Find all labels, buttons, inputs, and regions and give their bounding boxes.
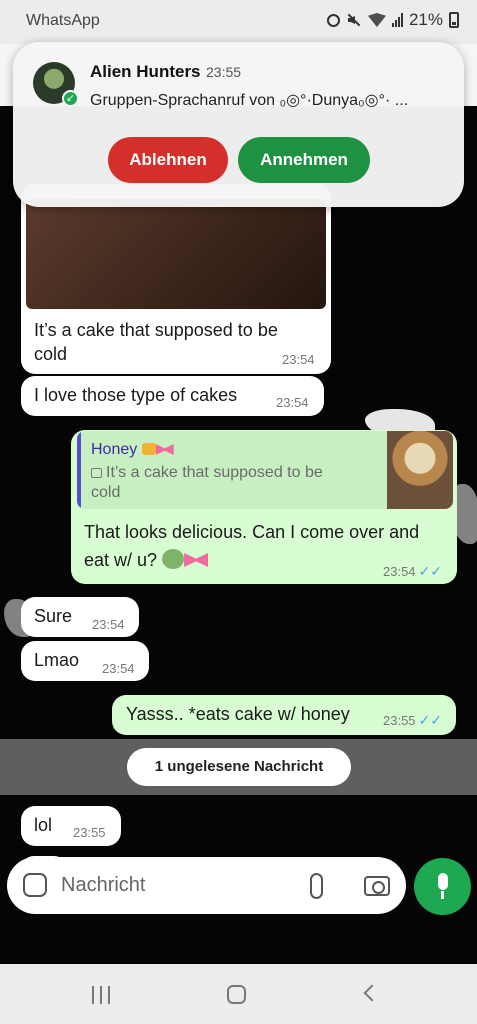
- photo-icon: [91, 468, 102, 478]
- message-text: Sure: [34, 606, 73, 626]
- alien-emoji-icon: [162, 549, 185, 569]
- accept-call-button[interactable]: Annehmen: [238, 137, 370, 183]
- home-button[interactable]: [227, 985, 246, 1004]
- bow-emoji-icon: [184, 553, 209, 567]
- message-time: 23:54: [276, 395, 309, 410]
- message-composer[interactable]: [7, 857, 406, 914]
- message-text: I love those type of cakes: [34, 385, 238, 405]
- message-text: lol: [34, 815, 53, 835]
- read-ticks-icon: ✓✓: [418, 712, 443, 728]
- quote-author: Honey: [91, 441, 174, 459]
- battery-percentage: 21%: [408, 10, 443, 29]
- recent-apps-button[interactable]: [92, 986, 112, 1004]
- sticker-icon[interactable]: [23, 873, 47, 897]
- message-time: 23:54: [282, 352, 315, 367]
- notification-text: Gruppen-Sprachanruf von ₀◎°·Dunya₀◎°· ..…: [90, 92, 409, 109]
- bow-emoji-icon: [155, 444, 174, 455]
- group-avatar: ↙: [33, 62, 79, 107]
- quote-text: It’s a cake that supposed to be cold: [91, 464, 323, 501]
- status-icons: 21%: [326, 10, 459, 30]
- decline-call-button[interactable]: Ablehnen: [108, 137, 228, 183]
- call-notification[interactable]: ↙ Alien Hunters 23:55 Gruppen-Sprachanru…: [13, 42, 464, 207]
- system-nav-bar: [0, 964, 477, 1024]
- message-text: That looks delicious. Can I come over an…: [84, 522, 420, 570]
- message-time: 23:54: [92, 617, 125, 632]
- message-time: 23:54 ✓✓: [383, 563, 443, 579]
- camera-icon[interactable]: [364, 876, 390, 896]
- signal-icon: [391, 13, 403, 27]
- message-text: Yasss.. *eats cake w/ honey: [126, 704, 350, 724]
- message-input[interactable]: [61, 867, 291, 903]
- unread-messages-label: 1 ungelesene Nachricht: [127, 748, 351, 786]
- message-text: Lmao: [34, 650, 80, 670]
- read-ticks-icon: ✓✓: [418, 563, 443, 579]
- notification-group-name: Alien Hunters: [90, 62, 201, 81]
- crown-emoji-icon: [141, 443, 156, 455]
- notification-time: 23:55: [206, 64, 242, 80]
- message-time: 23:55: [73, 825, 106, 840]
- message-text: It’s a cake that supposed to be cold: [34, 320, 278, 364]
- battery-icon: [449, 12, 459, 28]
- quote-bar: [77, 431, 81, 509]
- wifi-icon: [367, 13, 386, 27]
- mute-icon: [346, 12, 362, 28]
- alarm-icon: [326, 13, 340, 27]
- quoted-message[interactable]: Honey It’s a cake that supposed to be co…: [77, 431, 453, 509]
- message-time: 23:54: [102, 661, 135, 676]
- status-bar: WhatsApp 21%: [0, 0, 477, 44]
- status-app-name: WhatsApp: [26, 12, 100, 29]
- message-time: 23:55 ✓✓: [383, 712, 443, 728]
- back-button[interactable]: [363, 984, 381, 1002]
- quote-thumbnail: [387, 431, 453, 509]
- paperclip-icon[interactable]: [310, 873, 323, 899]
- incoming-call-icon: ↙: [62, 90, 79, 107]
- cake-image[interactable]: [26, 199, 326, 309]
- microphone-button[interactable]: [414, 858, 471, 915]
